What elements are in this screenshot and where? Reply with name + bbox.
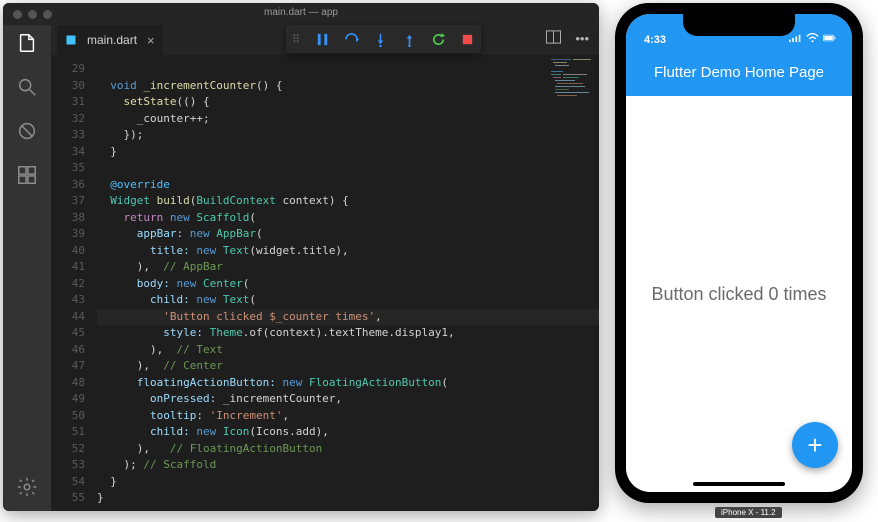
step-into-icon[interactable] <box>373 32 388 47</box>
code-content[interactable]: void _incrementCounter() { setState(() {… <box>93 55 599 511</box>
battery-icon <box>823 33 836 46</box>
more-icon[interactable]: ••• <box>575 31 589 46</box>
gear-icon[interactable] <box>15 475 39 499</box>
ios-simulator: 4:33 Flutter Demo Home Page Button click… <box>615 3 863 503</box>
step-over-icon[interactable] <box>344 32 359 47</box>
counter-text: Button clicked 0 times <box>651 284 826 305</box>
phone-screen: 4:33 Flutter Demo Home Page Button click… <box>626 14 852 492</box>
pause-icon[interactable] <box>315 32 330 47</box>
signal-icon <box>789 33 802 46</box>
tab-label: main.dart <box>87 33 137 47</box>
extensions-icon[interactable] <box>15 163 39 187</box>
maximize-window-icon[interactable] <box>43 10 52 19</box>
vscode-window: main.dart — app main.dart × <box>3 3 599 511</box>
app-bar: Flutter Demo Home Page <box>626 48 852 96</box>
code-editor[interactable]: 2930313233343536373839404142434445464748… <box>51 55 599 511</box>
activity-bar <box>3 3 51 511</box>
debug-toolbar[interactable]: ⠿ <box>286 25 481 53</box>
drag-handle-icon[interactable]: ⠿ <box>292 33 301 46</box>
plus-icon: + <box>807 430 822 461</box>
notch <box>683 14 795 36</box>
editor-area: main.dart × ⠿ ••• 2930313233343536373839… <box>51 3 599 511</box>
explorer-icon[interactable] <box>15 31 39 55</box>
traffic-lights <box>3 10 52 19</box>
home-indicator[interactable] <box>693 482 785 486</box>
fab-add-button[interactable]: + <box>792 422 838 468</box>
titlebar: main.dart — app <box>3 3 599 25</box>
clock: 4:33 <box>644 34 666 46</box>
restart-icon[interactable] <box>431 32 446 47</box>
app-title: Flutter Demo Home Page <box>654 64 824 81</box>
wifi-icon <box>806 33 819 46</box>
dart-file-icon <box>65 34 77 46</box>
tab-maindart[interactable]: main.dart × <box>57 25 163 55</box>
editor-actions: ••• <box>546 30 589 47</box>
gutter: 2930313233343536373839404142434445464748… <box>51 55 93 511</box>
window-title: main.dart — app <box>264 7 338 18</box>
close-window-icon[interactable] <box>13 10 22 19</box>
search-icon[interactable] <box>15 75 39 99</box>
status-icons <box>789 33 836 46</box>
close-icon[interactable]: × <box>147 33 155 48</box>
step-out-icon[interactable] <box>402 32 417 47</box>
split-editor-icon[interactable] <box>546 30 561 47</box>
debug-icon[interactable] <box>15 119 39 143</box>
stop-icon[interactable] <box>460 32 475 47</box>
minimize-window-icon[interactable] <box>28 10 37 19</box>
device-label: iPhone X - 11.2 <box>715 507 782 518</box>
